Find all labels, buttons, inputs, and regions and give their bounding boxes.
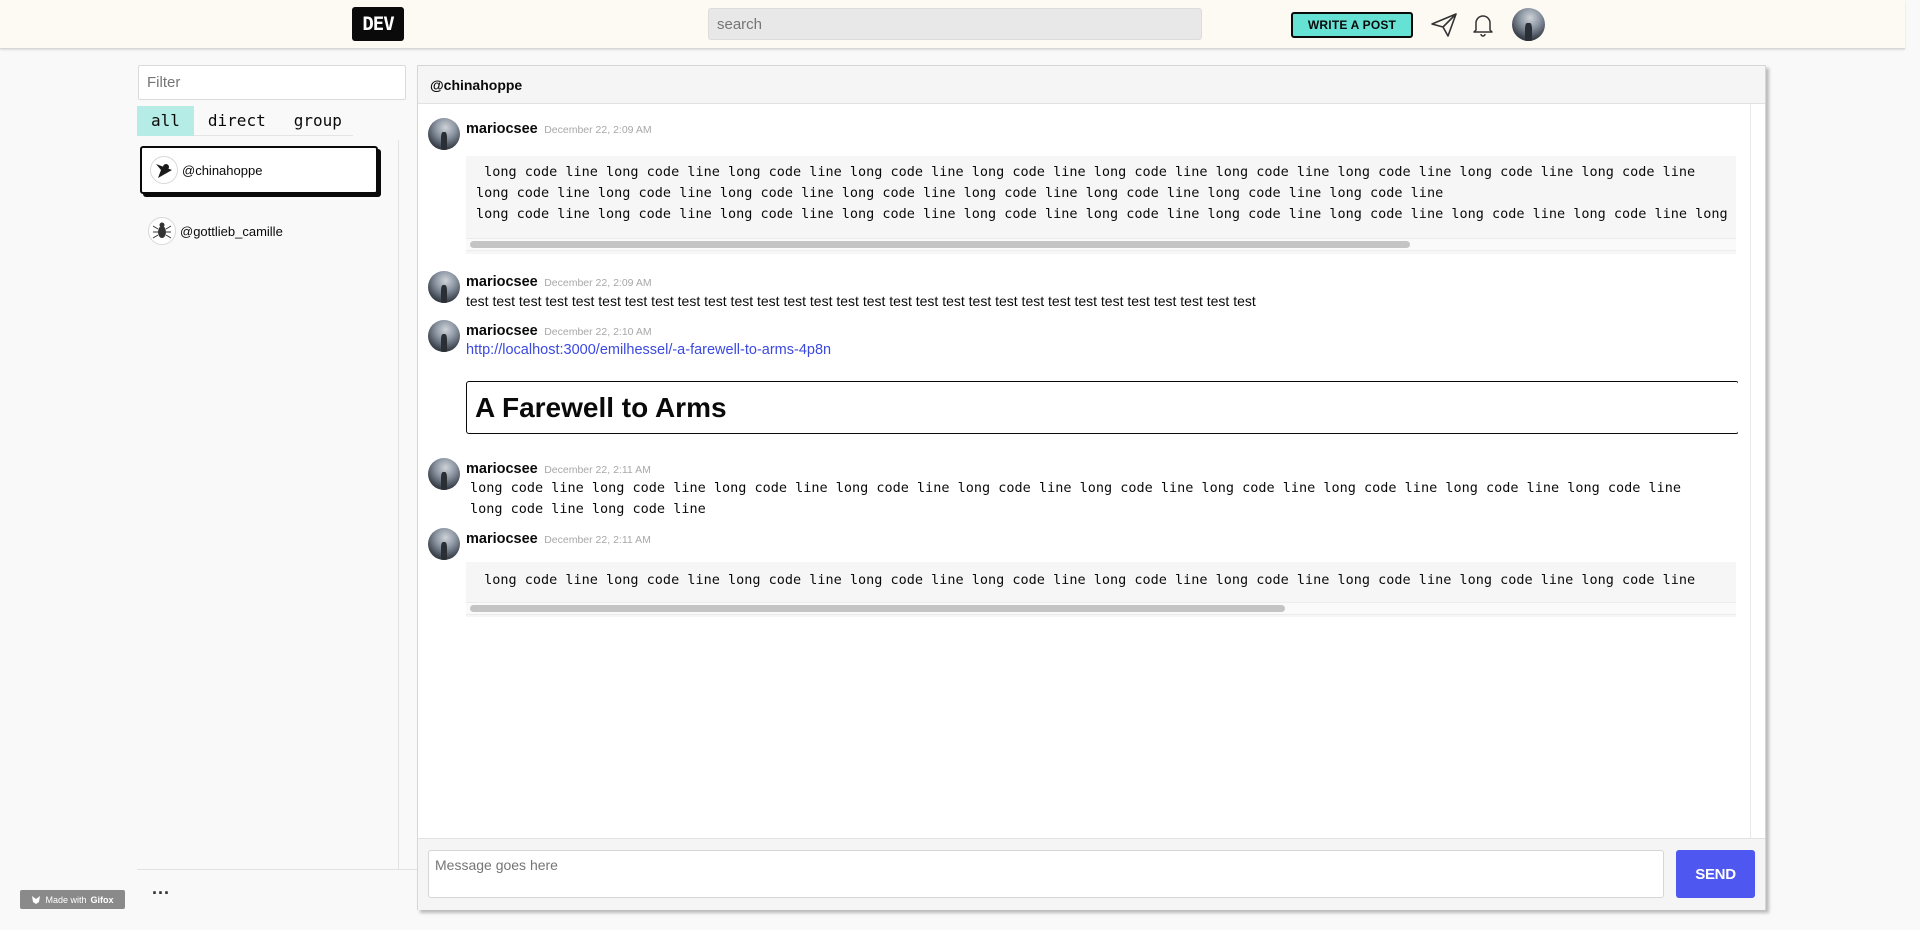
fox-icon	[32, 895, 41, 904]
avatar	[428, 320, 460, 352]
write-post-button[interactable]: WRITE A POST	[1291, 12, 1413, 38]
channel-name: @gottlieb_camille	[180, 223, 283, 239]
search-input[interactable]	[708, 8, 1202, 40]
message-input[interactable]	[428, 850, 1664, 898]
message-header: mariocsee December 22, 2:09 AM	[466, 120, 652, 138]
user-avatar[interactable]	[1512, 8, 1545, 41]
gifox-made-with: Made with	[45, 894, 87, 905]
chat-panel: @chinahoppe mariocsee December 22, 2:09 …	[417, 65, 1766, 910]
code-line: long code line long code line long code …	[476, 164, 1696, 180]
message-username[interactable]: mariocsee	[466, 323, 538, 339]
code-line: long code line long code line long code …	[476, 206, 1736, 222]
message-text: test test test test test test test test …	[466, 293, 1256, 309]
code-line: long code line long code line long code …	[476, 572, 1696, 588]
message-header: mariocsee December 22, 2:10 AM	[466, 322, 652, 340]
send-button[interactable]: SEND	[1676, 850, 1755, 898]
message-header: mariocsee December 22, 2:11 AM	[466, 530, 651, 548]
bird-icon	[150, 156, 178, 184]
link-preview-card[interactable]: A Farewell to Arms	[466, 381, 1738, 434]
avatar	[428, 118, 460, 150]
code-scroll-track	[466, 602, 1736, 615]
message-username[interactable]: mariocsee	[466, 121, 538, 137]
avatar	[428, 528, 460, 560]
channel-name: @chinahoppe	[182, 162, 263, 178]
paper-plane-icon[interactable]	[1429, 10, 1459, 40]
bird-icon-svg	[156, 164, 172, 178]
gifox-badge: Made with Gifox	[20, 890, 125, 909]
bug-icon	[148, 217, 176, 245]
sidebar-bottom-divider	[137, 869, 417, 870]
chat-scrollbar[interactable]	[1750, 104, 1751, 877]
tab-all[interactable]: all	[137, 106, 194, 136]
message-header: mariocsee December 22, 2:09 AM	[466, 273, 652, 291]
message-composer: SEND	[418, 838, 1765, 910]
message-header: mariocsee December 22, 2:11 AM	[466, 460, 651, 478]
code-scroll-thumb[interactable]	[470, 241, 1410, 248]
message-username[interactable]: mariocsee	[466, 461, 538, 477]
bug-icon-svg	[152, 222, 172, 239]
code-block: long code line long code line long code …	[466, 562, 1736, 617]
filter-input[interactable]	[138, 65, 406, 100]
message-timestamp: December 22, 2:09 AM	[544, 277, 652, 289]
channel-item-gottlieb-camille[interactable]: @gottlieb_camille	[140, 207, 378, 255]
message-timestamp: December 22, 2:11 AM	[544, 534, 651, 546]
top-navbar: DEV WRITE A POST	[0, 0, 1905, 49]
avatar	[428, 271, 460, 303]
message-list: mariocsee December 22, 2:09 AM long code…	[418, 104, 1738, 877]
channel-filter-tabs: all direct group	[137, 106, 353, 136]
code-scroll-track	[466, 238, 1736, 251]
chat-channel-title: @chinahoppe	[418, 66, 1765, 104]
channel-item-chinahoppe[interactable]: @chinahoppe	[140, 146, 378, 194]
tab-group[interactable]: group	[280, 106, 356, 136]
gifox-brand: Gifox	[90, 894, 114, 905]
code-scroll-thumb[interactable]	[470, 605, 1285, 612]
message-timestamp: December 22, 2:09 AM	[544, 124, 652, 136]
message-code-text: long code line long code line long code …	[470, 480, 1682, 517]
paper-plane-icon-svg	[1431, 13, 1457, 37]
bell-icon-svg	[1473, 15, 1493, 37]
bell-icon[interactable]	[1468, 10, 1498, 40]
tab-direct[interactable]: direct	[194, 106, 280, 136]
message-timestamp: December 22, 2:11 AM	[544, 464, 651, 476]
message-link[interactable]: http://localhost:3000/emilhessel/-a-fare…	[466, 342, 831, 358]
sidebar-divider	[398, 140, 399, 870]
dev-logo[interactable]: DEV	[352, 7, 404, 41]
message-username[interactable]: mariocsee	[466, 531, 538, 547]
code-line: long code line long code line long code …	[476, 185, 1444, 201]
message-username[interactable]: mariocsee	[466, 274, 538, 290]
code-block: long code line long code line long code …	[466, 156, 1736, 254]
message-timestamp: December 22, 2:10 AM	[544, 326, 652, 338]
more-options-button[interactable]: ...	[152, 878, 170, 899]
avatar	[428, 458, 460, 490]
